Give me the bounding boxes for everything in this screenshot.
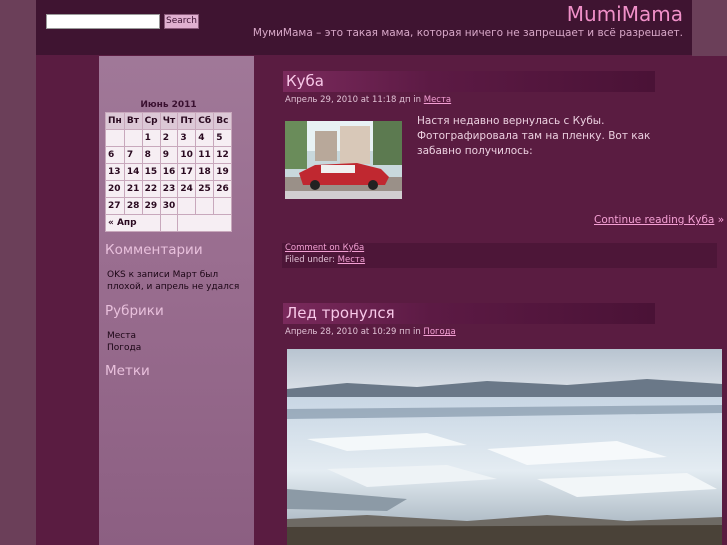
filed-under-label: Filed under: [285, 255, 335, 265]
post-meta: Апрель 28, 2010 at 10:29 пп in Погода [285, 327, 456, 337]
categories-widget-title: Рубрики [105, 303, 164, 319]
calendar-prev-link[interactable]: « Апр [105, 214, 161, 232]
filed-under-category-link[interactable]: Места [338, 255, 365, 265]
weekday: Вс [213, 112, 232, 130]
calendar: Пн Вт Ср Чт Пт Сб Вс 1 2 3 4 5 6 7 8 9 1… [105, 112, 232, 232]
calendar-day: 19 [213, 163, 232, 181]
post-meta: Апрель 29, 2010 at 11:18 дп in Места [285, 95, 451, 105]
comments-widget-title: Комментарии [105, 242, 203, 258]
filed-under-line: Filed under: Места [285, 255, 365, 265]
page-right-edge [692, 0, 727, 56]
cuba-photo-image [285, 121, 402, 199]
calendar-day: 21 [123, 180, 143, 198]
post-title[interactable]: Лед тронулся [286, 304, 395, 322]
calendar-day: 4 [195, 129, 215, 147]
recent-comment: OKS к записи Март был плохой, и апрель н… [107, 269, 257, 293]
calendar-day: 13 [105, 163, 125, 181]
calendar-day [123, 129, 143, 147]
calendar-day: 18 [195, 163, 215, 181]
calendar-week: 20 21 22 23 24 25 26 [105, 180, 232, 198]
cuba-photo-thumbnail[interactable] [285, 121, 402, 199]
calendar-week: 27 28 29 30 [105, 197, 232, 215]
weekday: Вт [123, 112, 143, 130]
comment-on-post-link[interactable]: Comment on Куба [285, 243, 364, 253]
calendar-day: 22 [141, 180, 161, 198]
calendar-day: 2 [159, 129, 179, 147]
site-title[interactable]: MumiMama [567, 2, 683, 26]
calendar-week: 6 7 8 9 10 11 12 [105, 146, 232, 164]
calendar-day: 16 [159, 163, 179, 181]
post-in: in [412, 327, 421, 337]
weekday: Сб [195, 112, 215, 130]
site-description: МумиМама – это такая мама, которая ничег… [252, 27, 683, 39]
post-excerpt: Настя недавно вернулась с Кубы. Фотограф… [417, 115, 651, 157]
calendar-day: 25 [195, 180, 215, 198]
calendar-day: 27 [105, 197, 125, 215]
calendar-day: 8 [141, 146, 161, 164]
calendar-day: 23 [159, 180, 179, 198]
calendar-day: 5 [213, 129, 232, 147]
calendar-day: 11 [195, 146, 215, 164]
continue-reading: Continue reading Куба » [594, 214, 724, 226]
calendar-header-row: Пн Вт Ср Чт Пт Сб Вс [105, 112, 232, 130]
continue-reading-link[interactable]: Continue reading Куба [594, 214, 714, 226]
search-input[interactable] [46, 14, 160, 29]
ice-photo-image [287, 349, 722, 545]
post-title-bar [283, 71, 655, 92]
weekday: Ср [141, 112, 161, 130]
calendar-day: 9 [159, 146, 179, 164]
calendar-day [177, 197, 197, 215]
tags-widget-title: Метки [105, 363, 150, 379]
calendar-day: 3 [177, 129, 197, 147]
post-category-link[interactable]: Места [424, 95, 451, 105]
comment-connector: к записи [128, 270, 170, 280]
calendar-pad [159, 214, 179, 232]
calendar-day: 26 [213, 180, 232, 198]
calendar-day [213, 197, 232, 215]
search-button[interactable]: Search [164, 14, 199, 29]
comment-author[interactable]: OKS [107, 270, 126, 280]
calendar-week: 13 14 15 16 17 18 19 [105, 163, 232, 181]
calendar-day: 29 [141, 197, 161, 215]
calendar-day [195, 197, 215, 215]
calendar-day: 1 [141, 129, 161, 147]
calendar-day: 6 [105, 146, 125, 164]
comment-post-link[interactable]: Март был плохой, и апрель не удался [107, 270, 239, 292]
page-left-edge [0, 0, 36, 545]
calendar-day: 7 [123, 146, 143, 164]
post-in: in [413, 95, 422, 105]
calendar-week: 1 2 3 4 5 [105, 129, 232, 147]
calendar-day: 15 [141, 163, 161, 181]
calendar-day: 28 [123, 197, 143, 215]
post-date: Апрель 29, 2010 at 11:18 дп [285, 95, 411, 105]
weekday: Пт [177, 112, 197, 130]
post-category-link[interactable]: Погода [423, 327, 455, 337]
calendar-next-empty [177, 214, 232, 232]
post-title[interactable]: Куба [286, 72, 324, 90]
calendar-day [105, 129, 125, 147]
calendar-day: 14 [123, 163, 143, 181]
calendar-day: 20 [105, 180, 125, 198]
weekday: Чт [159, 112, 179, 130]
calendar-nav-row: « Апр [105, 214, 232, 232]
left-strip [36, 56, 99, 545]
post-date: Апрель 28, 2010 at 10:29 пп [285, 327, 411, 337]
comment-link-line: Comment on Куба [285, 243, 364, 253]
calendar-day: 30 [159, 197, 179, 215]
calendar-day: 12 [213, 146, 232, 164]
calendar-day: 24 [177, 180, 197, 198]
weekday: Пн [105, 112, 125, 130]
category-item[interactable]: Места [107, 330, 136, 342]
continue-arrow: » [717, 214, 725, 226]
calendar-day: 17 [177, 163, 197, 181]
calendar-day: 10 [177, 146, 197, 164]
category-item[interactable]: Погода [107, 342, 141, 354]
calendar-caption: Июнь 2011 [140, 100, 197, 110]
ice-photo[interactable] [287, 349, 722, 545]
